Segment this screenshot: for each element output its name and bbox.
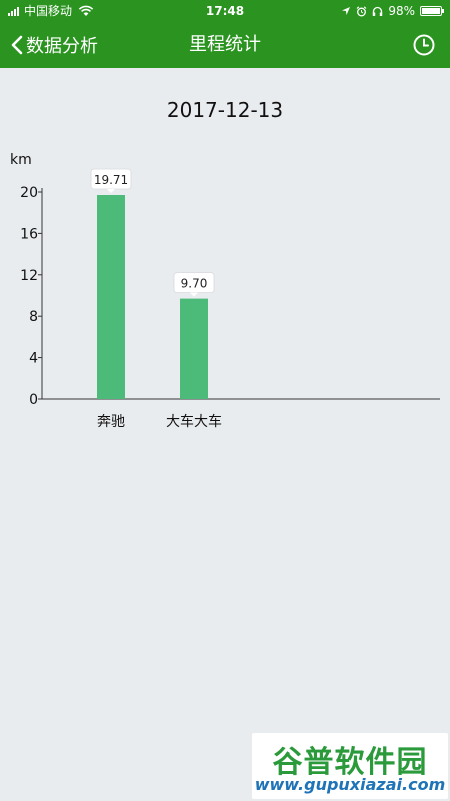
bar-value-label-pointer <box>107 189 115 194</box>
bar-value-label-pointer <box>190 292 198 297</box>
x-category-label: 大车大车 <box>166 413 222 430</box>
nav-bar: 数据分析 里程统计 <box>0 22 450 68</box>
bar-1 <box>180 298 208 399</box>
x-category-label: 奔驰 <box>97 414 125 430</box>
status-right: 98% <box>341 0 444 22</box>
date-title: 2017-12-13 <box>166 98 284 122</box>
watermark-url: www.gupuxiazai.com <box>254 775 446 794</box>
back-button[interactable]: 数据分析 <box>10 22 98 68</box>
bar-value-label: 9.70 <box>181 277 208 291</box>
bar-value-label: 19.71 <box>94 173 128 187</box>
y-tick-label: 20 <box>20 185 38 201</box>
battery-percent: 98% <box>388 4 415 18</box>
status-bar: 中国移动 17:48 98% <box>0 0 450 22</box>
app-header: 中国移动 17:48 98% 数据分析 里程统计 <box>0 0 450 68</box>
y-tick-label: 16 <box>20 226 38 242</box>
y-tick-label: 8 <box>29 309 38 325</box>
y-axis-label: km <box>10 152 32 168</box>
y-tick-label: 4 <box>29 351 38 367</box>
location-icon <box>342 7 351 15</box>
y-tick-label: 0 <box>29 392 38 408</box>
watermark: 谷普软件园 www.gupuxiazai.com <box>252 733 448 799</box>
bar-0 <box>97 195 125 399</box>
back-label: 数据分析 <box>26 36 98 57</box>
chevron-left-icon <box>11 35 23 55</box>
clock-icon[interactable] <box>412 33 436 57</box>
battery-level <box>422 8 440 14</box>
mileage-bar-chart: km 0 4 8 12 16 20 19.71 奔驰 9.70 大车大车 <box>10 152 440 430</box>
alarm-icon <box>356 5 367 16</box>
y-tick-label: 12 <box>20 268 38 284</box>
battery-icon <box>420 6 444 16</box>
headphones-icon <box>373 6 383 16</box>
